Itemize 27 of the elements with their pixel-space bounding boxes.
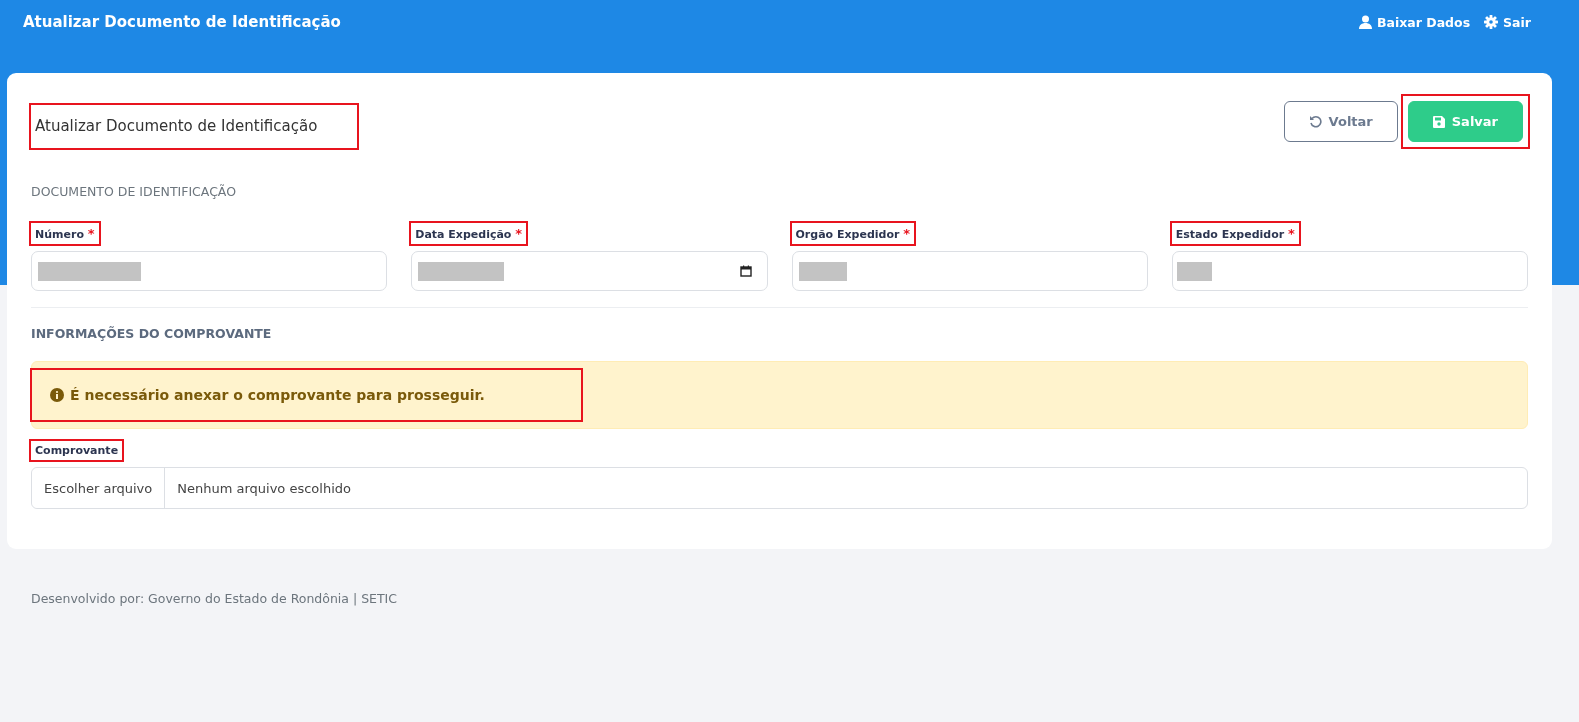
header-link[interactable]: Baixar Dados [1359,14,1471,30]
user-icon [1359,15,1373,29]
section-heading: DOCUMENTO DE IDENTIFICAÇÃO [31,184,238,199]
footer-text: Desenvolvido por: Governo do Estado de Rondônia | SETIC [31,591,398,606]
section-heading: INFORMAÇÕES DO COMPROVANTE [31,326,273,341]
calendar-icon[interactable] [739,265,752,277]
undo-icon [1308,115,1322,128]
back-button[interactable]: Voltar [1283,101,1398,142]
field-label: Orgão Expedidor * [791,223,915,244]
choose-file-button[interactable]: Escolher arquivo [32,468,166,508]
settings-icon [1484,15,1499,29]
input-field[interactable] [31,251,388,291]
input-field[interactable] [1171,251,1528,291]
app-title: Atualizar Documento de Identificação [23,13,341,31]
save-icon [1432,115,1445,128]
info-icon [50,388,64,402]
alert-message: É necessário anexar o comprovante para prosseguir. [70,387,485,403]
header-link[interactable]: Sair [1484,14,1531,30]
file-field[interactable]: Escolher arquivo Nenhum arquivo escolhido [31,467,1528,509]
date-field[interactable] [411,251,768,291]
field-label: Número * [31,223,99,244]
input-field[interactable] [791,251,1148,291]
page-title: Atualizar Documento de Identificação [31,105,358,148]
file-name-text: Nenhum arquivo escolhido [176,479,351,498]
field-label: Estado Expedidor * [1171,223,1299,244]
field-label: Data Expedição * [411,223,527,244]
field-label: Comprovante [31,441,123,460]
